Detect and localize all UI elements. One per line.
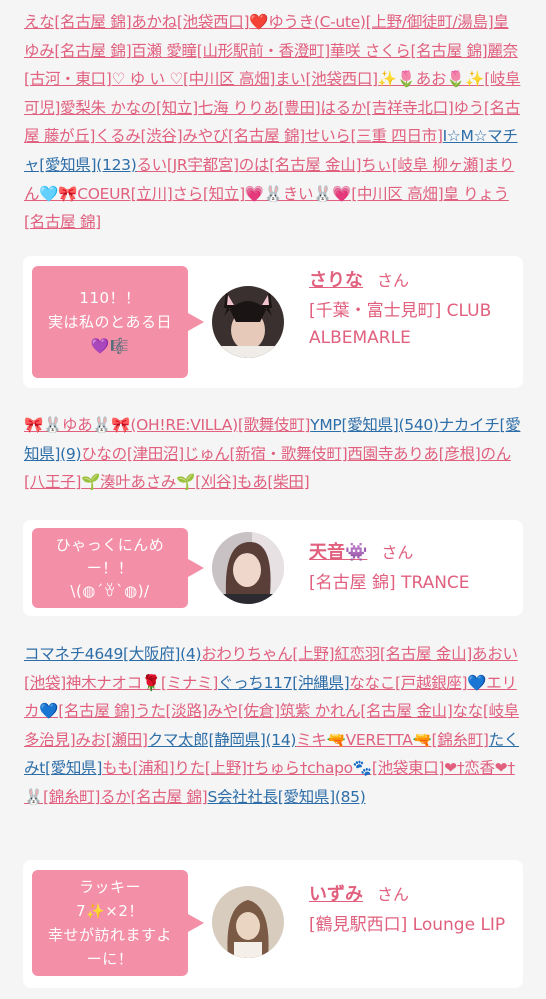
- cast-link[interactable]: 七海 りりあ[豊田]: [198, 99, 321, 117]
- cast-link[interactable]: あかね[池袋西口]: [131, 13, 249, 31]
- cast-link-list-1: えな[名古屋 錦]あかね[池袋西口]❤️ゆうき(C-ute)[上野/御徒町/湯島…: [24, 8, 524, 237]
- cast-link[interactable]: るい[JR宇都宮]: [136, 156, 239, 174]
- cast-link[interactable]: 筑紫 かれん[名古屋 金山]: [280, 702, 453, 720]
- cast-link[interactable]: †ちゅら†chapo🐾[池袋東口]: [247, 759, 445, 777]
- cast-link[interactable]: S会社社長[愛知県](85): [207, 788, 365, 806]
- avatar[interactable]: [212, 286, 284, 358]
- cast-link[interactable]: みお[瀬田]: [75, 731, 148, 749]
- bubble-line: ひゃっくにんめ: [55, 535, 165, 554]
- cast-link[interactable]: ぐっち117[沖縄県]: [218, 674, 350, 692]
- cast-name[interactable]: 天音👾: [309, 542, 367, 563]
- cast-link[interactable]: コマネチ4649[大阪府](4): [24, 645, 202, 663]
- bubble-line: ー！！: [86, 558, 134, 577]
- cast-link-list-2: 🎀🐰ゆあ🐰🎀(OH!RE:VILLA)[歌舞伎町]YMP[愛知県](540)ナカ…: [24, 411, 524, 497]
- cast-link[interactable]: ちぃ[岐阜 柳ヶ瀬]: [361, 156, 484, 174]
- cast-link-list-3: コマネチ4649[大阪府](4)おわりちゃん[上野]紅恋羽[名古屋 金山]あおい…: [24, 640, 524, 812]
- bubble-line: \(◍´ꈊ`◍)/: [70, 581, 150, 600]
- cast-link[interactable]: 💗🐰きい🐰💗[中川区 高畑]: [245, 185, 444, 203]
- bubble-line: 幸せが訪れますよ: [47, 926, 172, 944]
- cast-link[interactable]: うた[淡路]: [135, 702, 208, 720]
- cast-link[interactable]: おわりちゃん[上野]: [201, 645, 334, 663]
- bubble-line: ーに！: [86, 950, 134, 968]
- cast-link[interactable]: はるか[吉祥寺北口]: [320, 99, 453, 117]
- bubble-line: ラッキー: [78, 878, 141, 896]
- cast-link[interactable]: のは[名古屋 金山]: [239, 156, 362, 174]
- message-bubble: 110！！ 実は私のとある日 💜🎼: [32, 266, 204, 378]
- cast-link[interactable]: 🌱湊叶あさみ🌱[刈谷]: [81, 473, 237, 491]
- cast-info: さりな さん [千葉・富士見町] CLUB ALBEMARLE: [309, 266, 509, 352]
- cast-name[interactable]: いずみ: [309, 884, 363, 905]
- cast-link[interactable]: さら[知立]: [173, 185, 246, 203]
- cast-link[interactable]: ❤️ゆうき(C-ute)[上野/御徒町/湯島]: [249, 13, 493, 31]
- cast-link[interactable]: まい[池袋西口]: [275, 70, 378, 88]
- message-bubble: ラッキー 7✨×2！ 幸せが訪れますよ ーに！: [32, 870, 204, 976]
- cast-info: 天音👾 さん [名古屋 錦] TRANCE: [309, 538, 509, 597]
- cast-link[interactable]: もも[浦和]: [102, 759, 175, 777]
- bubble-line: 110！！: [79, 289, 141, 307]
- cast-info: いずみ さん [鶴見駅西口] Lounge LIP: [309, 880, 509, 939]
- cast-link[interactable]: ななこ[戸越銀座]: [349, 674, 467, 692]
- shop-name: [千葉・富士見町] CLUB ALBEMARLE: [309, 301, 492, 348]
- cast-link[interactable]: じゅん[新宿・歌舞伎町]: [184, 445, 348, 463]
- avatar[interactable]: [212, 886, 284, 958]
- cast-card[interactable]: 110！！ 実は私のとある日 💜🎼 さりな さん [千葉・富士見町] CLUB A…: [23, 256, 523, 388]
- cast-link[interactable]: 西園寺ありあ[彦根]: [347, 445, 480, 463]
- bubble-line: 実は私のとある日: [47, 313, 172, 331]
- honorific: さん: [381, 543, 414, 562]
- cast-link[interactable]: ミキ🔫VERETTA🔫[錦糸町]: [296, 731, 489, 749]
- cast-link[interactable]: りた[上野]: [174, 759, 247, 777]
- cast-link[interactable]: 百瀬 愛瞳[山形駅前・香澄町]: [131, 42, 330, 60]
- honorific: さん: [377, 885, 410, 904]
- cast-link[interactable]: YMP[愛知県](540): [310, 416, 439, 434]
- cast-link[interactable]: 愛梨朱 かなの[知立]: [60, 99, 198, 117]
- honorific: さん: [377, 271, 410, 290]
- cast-link[interactable]: くるみ[渋谷]: [95, 127, 182, 145]
- bubble-line: 💜🎼: [90, 337, 130, 355]
- shop-name: [鶴見駅西口] Lounge LIP: [309, 915, 506, 935]
- cast-link[interactable]: 紅恋羽[名古屋 金山]: [334, 645, 472, 663]
- cast-link[interactable]: ひなの[津田沼]: [81, 445, 184, 463]
- cast-link[interactable]: みや[佐倉]: [207, 702, 280, 720]
- message-bubble: ひゃっくにんめ ー！！ \(◍´ꈊ`◍)/: [32, 528, 204, 608]
- shop-name: [名古屋 錦] TRANCE: [309, 573, 470, 593]
- cast-card[interactable]: ラッキー 7✨×2！ 幸せが訪れますよ ーに！ いずみ さん [鶴見駅西口] Lo…: [23, 860, 523, 988]
- cast-link[interactable]: もあ[柴田]: [237, 473, 310, 491]
- bubble-line: 7✨×2！: [76, 902, 144, 920]
- cast-link[interactable]: るか[名古屋 錦]: [100, 788, 208, 806]
- cast-link[interactable]: えな[名古屋 錦]: [24, 13, 132, 31]
- avatar[interactable]: [212, 532, 284, 604]
- cast-link[interactable]: 華咲 さくら[名古屋 錦]: [330, 42, 488, 60]
- cast-link[interactable]: みやび[名古屋 錦]: [182, 127, 305, 145]
- cast-name[interactable]: さりな: [309, 270, 363, 291]
- cast-link[interactable]: ♡ ゆ い ♡[中川区 高畑]: [112, 70, 276, 88]
- cast-link[interactable]: クマ太郎[静岡県](14): [148, 731, 297, 749]
- cast-link[interactable]: 🎀🐰ゆあ🐰🎀(OH!RE:VILLA)[歌舞伎町]: [24, 416, 310, 434]
- cast-link[interactable]: 神木ナオコ🌹[ミナミ]: [66, 674, 218, 692]
- cast-card[interactable]: ひゃっくにんめ ー！！ \(◍´ꈊ`◍)/ 天音👾 さん [名古屋 錦] TRAN…: [23, 520, 523, 616]
- cast-link[interactable]: せいら[三重 四日市]: [305, 127, 443, 145]
